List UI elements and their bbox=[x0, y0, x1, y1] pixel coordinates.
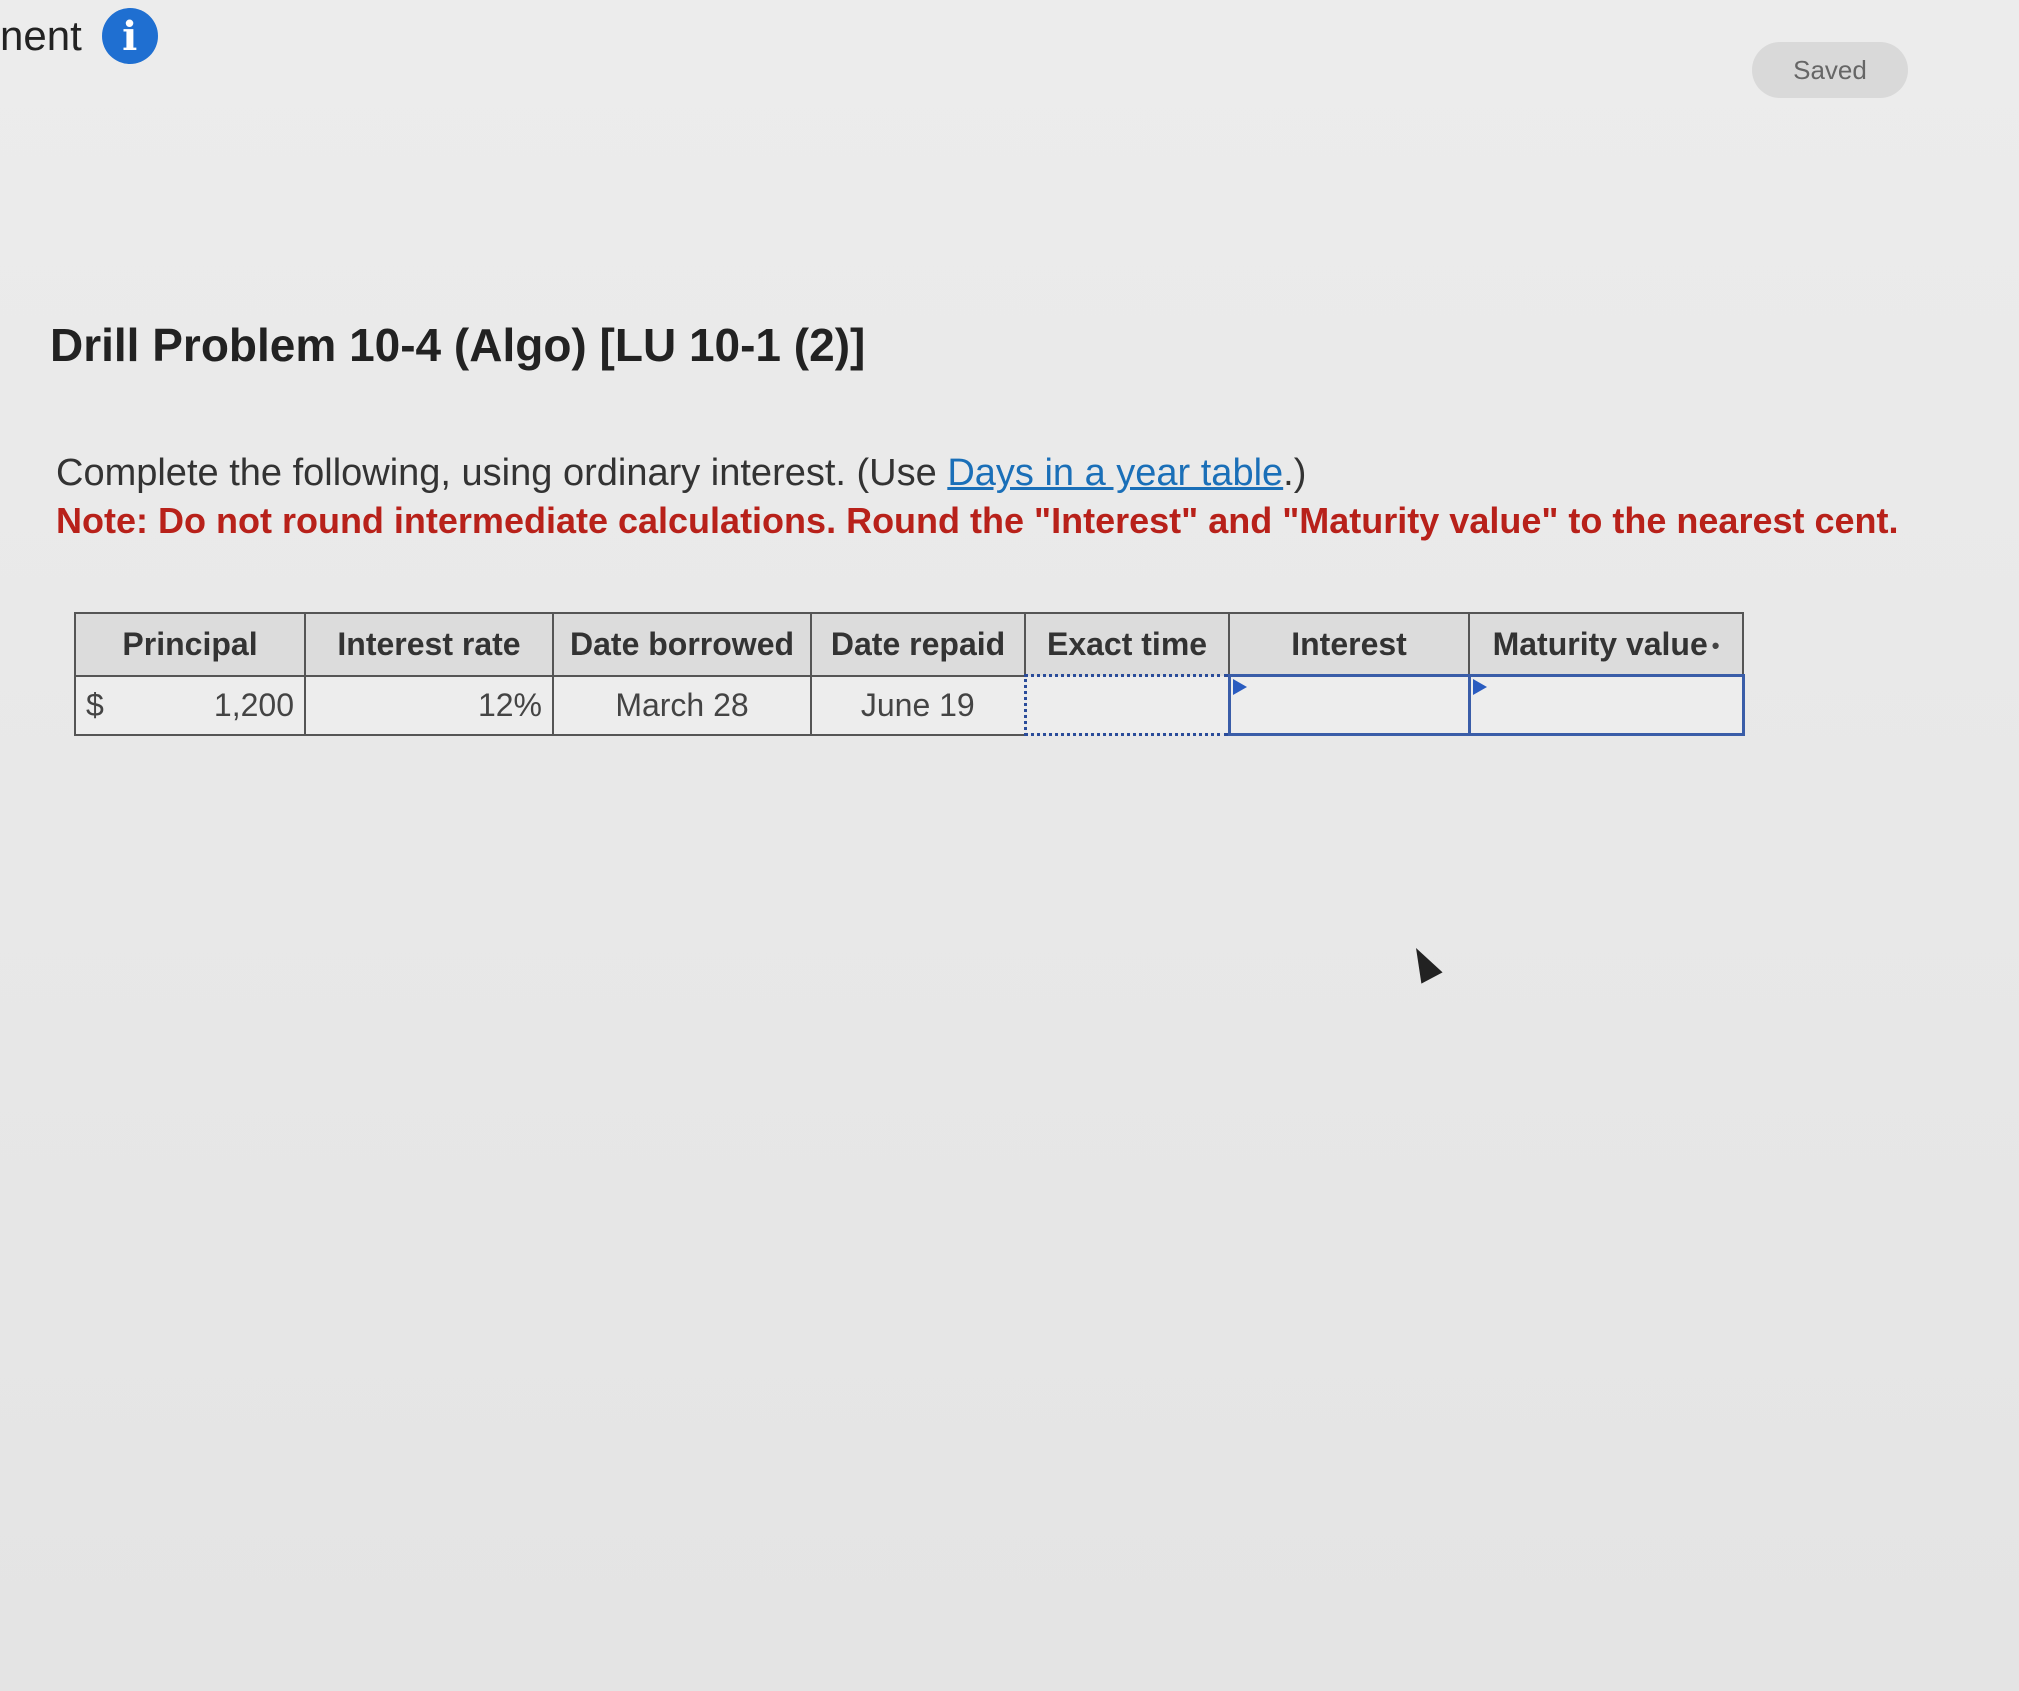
header-date-borrowed: Date borrowed bbox=[551, 612, 813, 677]
input-marker-icon bbox=[1232, 679, 1247, 695]
instruction-prefix: Complete the following, using ordinary i… bbox=[56, 452, 948, 494]
problem-table: Principal Interest rate Date borrowed Da… bbox=[74, 612, 1745, 736]
maturity-value-input[interactable] bbox=[1480, 676, 1736, 734]
header-principal: Principal bbox=[74, 612, 306, 677]
exact-time-input-cell[interactable] bbox=[1023, 674, 1231, 736]
mouse-cursor-icon bbox=[1405, 942, 1443, 984]
instruction-suffix: .) bbox=[1283, 452, 1307, 494]
header-title: nent bbox=[0, 12, 82, 59]
cell-date-borrowed: March 28 bbox=[551, 674, 813, 736]
days-in-year-table-link[interactable]: Days in a year table bbox=[947, 452, 1283, 494]
cell-interest-rate: 12% bbox=[304, 674, 554, 736]
page: nent i Saved Drill Problem 10-4 (Algo) [… bbox=[0, 0, 2019, 1691]
header-interest: Interest bbox=[1228, 612, 1471, 677]
problem-instructions: Complete the following, using ordinary i… bbox=[56, 452, 1306, 495]
maturity-value-input-cell[interactable] bbox=[1467, 674, 1745, 736]
input-marker-icon bbox=[1472, 679, 1487, 695]
saved-status-badge: Saved bbox=[1752, 42, 1908, 98]
interest-input-cell[interactable] bbox=[1227, 674, 1471, 736]
currency-symbol: $ bbox=[86, 686, 104, 723]
header-date-repaid: Date repaid bbox=[810, 612, 1027, 677]
assignment-header: nent i bbox=[0, 8, 158, 64]
cell-date-repaid: June 19 bbox=[810, 674, 1027, 736]
table-row: $ 1,200 12% March 28 June 19 bbox=[74, 674, 1745, 736]
exact-time-input[interactable] bbox=[1036, 676, 1222, 734]
principal-value: 1,200 bbox=[213, 686, 294, 723]
header-exact-time: Exact time bbox=[1024, 612, 1231, 677]
header-maturity-value: Maturity value • bbox=[1468, 612, 1745, 677]
interest-input[interactable] bbox=[1240, 676, 1462, 734]
required-dot-icon: • bbox=[1711, 633, 1720, 659]
problem-title: Drill Problem 10-4 (Algo) [LU 10-1 (2)] bbox=[50, 319, 866, 371]
table-header-row: Principal Interest rate Date borrowed Da… bbox=[74, 612, 1745, 677]
cell-principal: $ 1,200 bbox=[74, 674, 306, 736]
info-icon[interactable]: i bbox=[101, 8, 158, 64]
rounding-note: Note: Do not round intermediate calculat… bbox=[56, 500, 1899, 541]
header-maturity-value-label: Maturity value bbox=[1492, 625, 1708, 662]
header-interest-rate: Interest rate bbox=[304, 612, 554, 677]
